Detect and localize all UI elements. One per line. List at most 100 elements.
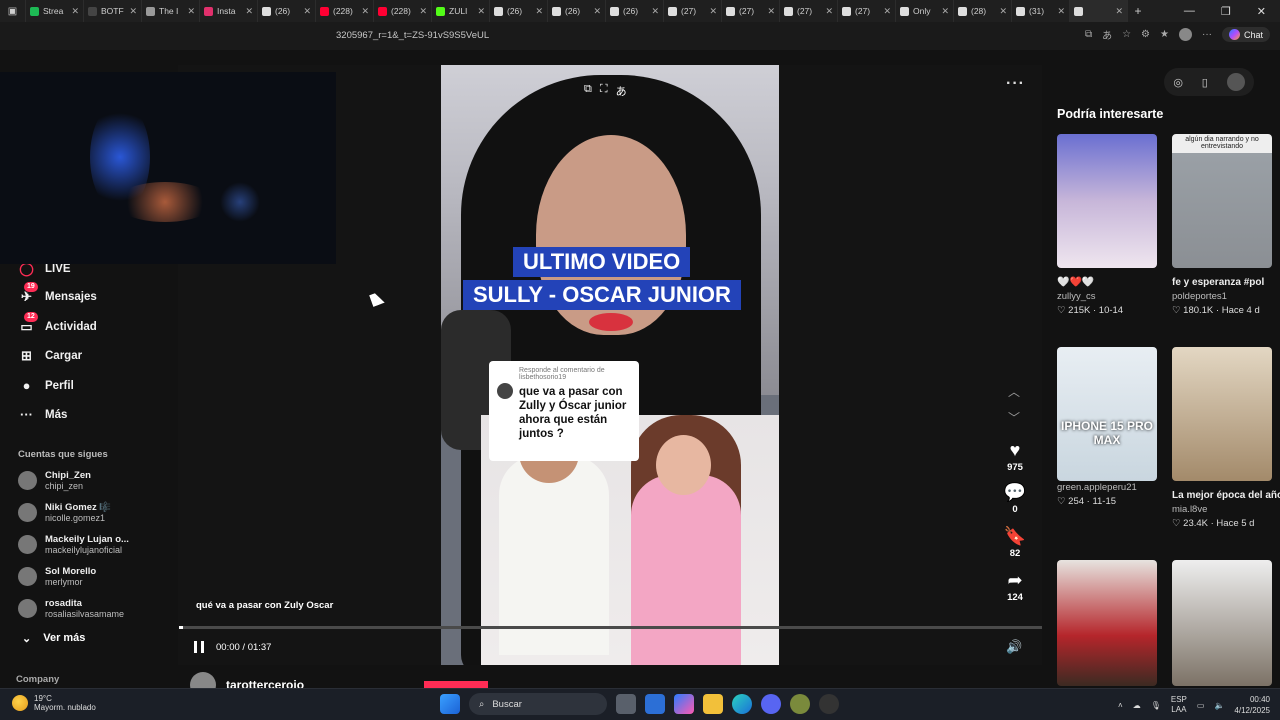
favorite-star-icon[interactable]: ☆: [1122, 29, 1131, 40]
more-options-icon[interactable]: ···: [1006, 75, 1025, 93]
browser-tab[interactable]: (27) ✕: [838, 0, 896, 22]
close-tab-icon[interactable]: ✕: [303, 6, 311, 17]
close-tab-icon[interactable]: ✕: [1115, 6, 1123, 17]
sidebar-item-mensajes[interactable]: ✈ 19 Mensajes: [18, 282, 97, 305]
recommended-video-card[interactable]: 🤍❤️🤍 zullyy_cs ♡ 215K · 10-14: [1057, 134, 1157, 316]
copilot-chat-button[interactable]: Chat: [1221, 27, 1270, 42]
recommended-video-card[interactable]: La mejor época del año 🎄...mia.l8ve♡ 23.…: [1172, 347, 1280, 529]
browser-tab[interactable]: (228) ✕: [374, 0, 432, 22]
browser-tab[interactable]: BOTF ✕: [84, 0, 142, 22]
clock[interactable]: 00:40 4/12/2025: [1234, 694, 1270, 716]
followed-account[interactable]: rosadita rosaliasilvasamame: [18, 598, 124, 619]
copilot-app-icon[interactable]: [674, 694, 694, 714]
open-in-app-icon[interactable]: ⧉: [1085, 29, 1092, 40]
microphone-icon[interactable]: 🎙: [1151, 701, 1161, 710]
extensions-icon[interactable]: ⚙: [1141, 29, 1150, 40]
browser-tab[interactable]: The I ✕: [142, 0, 200, 22]
close-tab-icon[interactable]: ✕: [651, 6, 659, 17]
close-tab-icon[interactable]: ✕: [71, 6, 79, 17]
browser-tab[interactable]: (26) ✕: [490, 0, 548, 22]
app-icon[interactable]: [790, 694, 810, 714]
browser-tab[interactable]: Insta ✕: [200, 0, 258, 22]
close-tab-icon[interactable]: ✕: [825, 6, 833, 17]
user-avatar[interactable]: [1226, 73, 1245, 91]
sidebar-item-perfil[interactable]: ● Perfil: [18, 377, 74, 394]
close-tab-icon[interactable]: ✕: [709, 6, 717, 17]
browser-tab[interactable]: (26) ✕: [548, 0, 606, 22]
cloud-icon[interactable]: ☁: [1133, 701, 1141, 710]
speaker-icon[interactable]: 🔈: [1214, 701, 1224, 710]
see-more-button[interactable]: ⌄ Ver más: [22, 632, 85, 645]
close-tab-icon[interactable]: ✕: [187, 6, 195, 17]
browser-tab[interactable]: Only ✕: [896, 0, 954, 22]
edge-icon[interactable]: [732, 694, 752, 714]
recommended-video-card[interactable]: [1057, 560, 1157, 686]
favorites-icon[interactable]: ★: [1160, 29, 1169, 40]
browser-tab[interactable]: (228) ✕: [316, 0, 374, 22]
mini-player-icon[interactable]: ⧉: [584, 83, 592, 99]
close-tab-icon[interactable]: ✕: [593, 6, 601, 17]
browser-tab[interactable]: (27) ✕: [664, 0, 722, 22]
close-tab-icon[interactable]: ✕: [129, 6, 137, 17]
network-icon[interactable]: ▭: [1197, 701, 1205, 710]
profile-avatar[interactable]: [1178, 28, 1192, 41]
picture-in-picture-video[interactable]: [0, 72, 336, 264]
sidebar-item-actividad[interactable]: ▭ 12 Actividad: [18, 312, 97, 335]
recommended-video-card[interactable]: algún dia narrando y no entrevistando fe …: [1172, 134, 1272, 316]
compass-icon[interactable]: ◎: [1173, 76, 1183, 89]
fullscreen-icon[interactable]: ⛶: [600, 83, 608, 99]
share-button[interactable]: ➦ 124: [1000, 570, 1030, 603]
menu-icon[interactable]: ···: [1202, 29, 1212, 40]
sidebar-item-cargar[interactable]: ⊞ Cargar: [18, 347, 82, 364]
url-field[interactable]: 3205967_r=1&_t=ZS-91vS9S5VeUL: [336, 30, 489, 41]
translate-icon[interactable]: あ: [616, 83, 627, 99]
followed-account[interactable]: Mackeily Lujan o... mackeilylujanoficial: [18, 534, 129, 555]
windows-start-icon[interactable]: [440, 694, 460, 714]
store-icon[interactable]: [645, 694, 665, 714]
taskbar-search[interactable]: ⌕ Buscar: [469, 693, 607, 715]
like-button[interactable]: ♥ 975: [1000, 440, 1030, 473]
comment-button[interactable]: 💬 0: [1000, 482, 1030, 515]
language-indicator[interactable]: ESP LAA: [1171, 695, 1187, 715]
weather-widget[interactable]: 19°C Mayorm. nublado: [12, 694, 96, 712]
tab-actions-button[interactable]: ▣: [0, 0, 26, 22]
close-tab-icon[interactable]: ✕: [419, 6, 427, 17]
close-tab-icon[interactable]: ✕: [245, 6, 253, 17]
steam-icon[interactable]: [819, 694, 839, 714]
close-tab-icon[interactable]: ✕: [999, 6, 1007, 17]
browser-tab[interactable]: (28) ✕: [954, 0, 1012, 22]
close-tab-icon[interactable]: ✕: [1057, 6, 1065, 17]
browser-tab[interactable]: (31) ✕: [1012, 0, 1070, 22]
translate-icon[interactable]: あ: [1102, 27, 1112, 42]
chevron-up-icon[interactable]: ︿: [1008, 383, 1020, 400]
file-explorer-icon[interactable]: [703, 694, 723, 714]
close-tab-icon[interactable]: ✕: [535, 6, 543, 17]
browser-tab[interactable]: (26) ✕: [606, 0, 664, 22]
close-tab-icon[interactable]: ✕: [941, 6, 949, 17]
browser-tab[interactable]: ZULI ✕: [432, 0, 490, 22]
close-tab-icon[interactable]: ✕: [361, 6, 369, 17]
close-window-icon[interactable]: ✕: [1257, 5, 1266, 18]
sidebar-item-ms[interactable]: ··· Más: [18, 406, 67, 423]
new-tab-button[interactable]: +: [1128, 4, 1148, 18]
followed-account[interactable]: Niki Gomez 🎼 nicolle.gomez1: [18, 502, 111, 523]
followed-account[interactable]: Sol Morello merlymor: [18, 566, 96, 587]
volume-icon[interactable]: 🔊: [1006, 639, 1022, 655]
task-view-icon[interactable]: [616, 694, 636, 714]
browser-tab[interactable]: ✕: [1070, 0, 1128, 22]
browser-tab[interactable]: Strea ✕: [26, 0, 84, 22]
progress-bar[interactable]: [179, 626, 1042, 629]
close-tab-icon[interactable]: ✕: [477, 6, 485, 17]
browser-tab[interactable]: (27) ✕: [780, 0, 838, 22]
discord-icon[interactable]: [761, 694, 781, 714]
device-icon[interactable]: ▯: [1202, 76, 1208, 89]
chevron-up-icon[interactable]: ˄: [1118, 701, 1123, 710]
chevron-down-icon[interactable]: ﹀: [1008, 409, 1020, 426]
browser-tab[interactable]: (26) ✕: [258, 0, 316, 22]
video-player[interactable]: ⧉ ⛶ あ ULTIMO VIDEO SULLY - OSCAR JUNIOR …: [441, 65, 779, 665]
close-tab-icon[interactable]: ✕: [883, 6, 891, 17]
recommended-video-card[interactable]: [1172, 560, 1272, 686]
browser-tab[interactable]: (27) ✕: [722, 0, 780, 22]
close-tab-icon[interactable]: ✕: [767, 6, 775, 17]
followed-account[interactable]: Chipi_Zen chipi_zen: [18, 470, 91, 491]
